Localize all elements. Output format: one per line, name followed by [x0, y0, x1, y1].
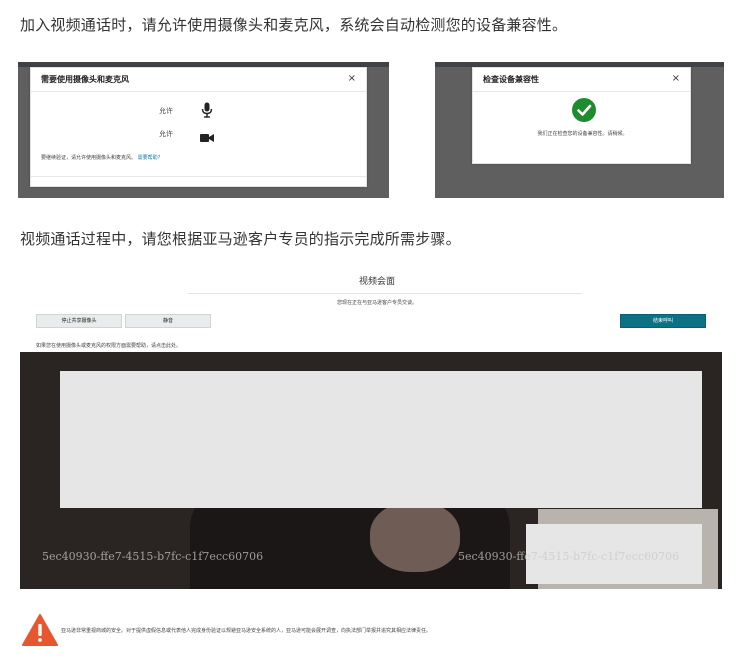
- video-camera-icon: [200, 128, 214, 142]
- permission-dialog: 需要使用摄像头和麦克风 × 允许 允许 要继续验证，请允许使用摄像头和麦克风。 …: [30, 67, 367, 187]
- help-link[interactable]: 需要帮助?: [138, 155, 161, 161]
- mute-button[interactable]: 静音: [125, 314, 211, 328]
- check-circle-icon: [572, 98, 596, 122]
- meeting-title-divider: [188, 293, 582, 294]
- instruction-step-1: 加入视频通话时，请允许使用摄像头和麦克风，系统会自动检测您的设备兼容性。: [20, 16, 568, 34]
- permission-dialog-title: 需要使用摄像头和麦克风: [41, 75, 129, 84]
- meeting-title: 视频会面: [358, 277, 395, 287]
- permission-screenshot: 需要使用摄像头和麦克风 × 允许 允许 要继续验证，请允许使用摄像头和麦克风。 …: [18, 62, 389, 198]
- dialog-divider: [31, 176, 366, 177]
- compatibility-screenshot: 检查设备兼容性 × 我们正在检查您的设备兼容性。请稍候。: [435, 62, 724, 198]
- close-icon[interactable]: ×: [348, 73, 356, 85]
- end-call-button[interactable]: 结束呼叫: [620, 314, 706, 328]
- video-feed: 5ec40930-ffe7-4515-b7fc-c1f7ecc60706 5ec…: [20, 352, 722, 589]
- security-warning-text: 亚马逊非常重视商城的安全。对于提供虚假信息或代表他人完成身份验证以规避亚马逊安全…: [61, 628, 432, 634]
- permission-note: 要继续验证，请允许使用摄像头和麦克风。 需要帮助?: [41, 155, 161, 161]
- compatibility-dialog-title: 检查设备兼容性: [483, 75, 539, 84]
- warning-icon: [22, 614, 58, 646]
- camera-allow-label: 允许: [159, 130, 173, 138]
- instruction-step-2: 视频通话过程中，请您根据亚马逊客户专员的指示完成所需步骤。: [20, 230, 461, 248]
- close-icon[interactable]: ×: [672, 73, 680, 85]
- meeting-subtitle: 您现在正在与亚马逊客户专员交谈。: [336, 300, 417, 306]
- microphone-icon: [201, 102, 213, 118]
- stop-camera-button[interactable]: 停止共享摄像头: [36, 314, 122, 328]
- permission-help-text: 如果您在使用摄像头或麦克风的权限方面需要帮助，请点击此处。: [36, 343, 182, 349]
- participant-face: [370, 502, 460, 572]
- redacted-overlay: [60, 371, 702, 508]
- compatibility-status: 我们正在检查您的设备兼容性。请稍候。: [537, 131, 628, 137]
- session-watermark-left: 5ec40930-ffe7-4515-b7fc-c1f7ecc60706: [42, 550, 264, 563]
- mic-allow-label: 允许: [159, 107, 173, 115]
- compatibility-dialog: 检查设备兼容性 × 我们正在检查您的设备兼容性。请稍候。: [472, 67, 691, 164]
- session-watermark-right: 5ec40930-ffe7-4515-b7fc-c1f7ecc60706: [458, 550, 680, 563]
